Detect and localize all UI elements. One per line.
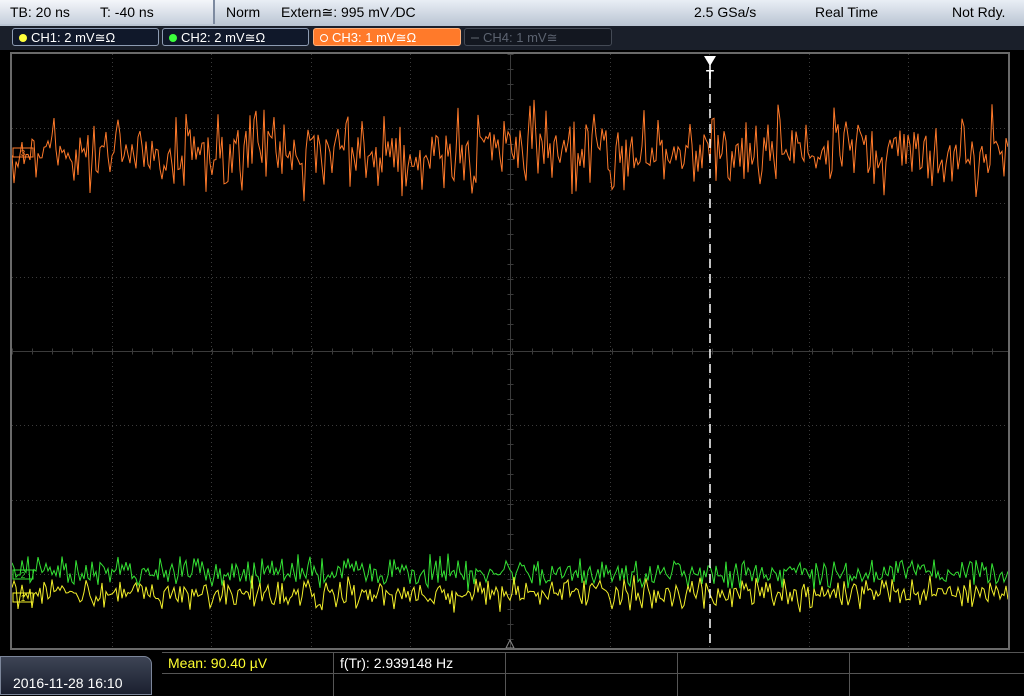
status-bar: TB: 20 ns T: -40 ns Norm Extern≅: 995 mV…: [0, 0, 1024, 27]
measurement-empty-cell-3[interactable]: [850, 653, 1024, 673]
acquisition-label: Real Time: [815, 4, 879, 20]
channel-1-label: CH1: 2 mV≅Ω: [31, 30, 116, 45]
graticule: [12, 54, 1008, 648]
channel-1-tab[interactable]: CH1: 2 mV≅Ω: [12, 28, 159, 46]
trigger-label: T: [706, 67, 714, 82]
trigger-marker-icon[interactable]: [704, 56, 716, 66]
channel-2-tab[interactable]: CH2: 2 mV≅Ω: [162, 28, 309, 46]
sample-rate-label: 2.5 GSa/s: [694, 4, 757, 20]
measurement-empty-cell-2[interactable]: [678, 653, 850, 673]
measurement-freq-cell[interactable]: f(Tr): 2.939148 Hz: [334, 653, 506, 673]
channel-3-tab[interactable]: CH3: 1 mV≅Ω: [313, 28, 461, 46]
measurement-freq: f(Tr): 2.939148 Hz: [340, 655, 454, 671]
measurement-divider: [162, 673, 1024, 674]
waveform-canvas: T 3 2 1: [12, 54, 1008, 648]
trigger-source-label[interactable]: Extern≅: 995 mV ⁄DC: [281, 4, 416, 21]
trigger-time-label: T: -40 ns: [100, 4, 154, 20]
ch4-dot-icon: [471, 37, 479, 39]
datetime-label: 2016-11-28 16:10: [13, 675, 123, 691]
measurement-empty-cell-7[interactable]: [678, 673, 850, 696]
measurement-empty-cell-5[interactable]: [334, 673, 506, 696]
channel-4-tab[interactable]: CH4: 1 mV≅: [464, 28, 612, 46]
ch3-dot-icon: [320, 34, 328, 42]
ch3-ground-marker[interactable]: 3: [12, 147, 34, 158]
ch1-ground-marker[interactable]: 1: [12, 592, 34, 603]
ch2-dot-icon: [169, 34, 177, 42]
bottom-bar: 2016-11-28 16:10 Mean: 90.40 µV f(Tr): 2…: [0, 652, 1024, 696]
ch1-ref-label: 1: [21, 594, 26, 603]
measurement-empty-cell-6[interactable]: [506, 673, 678, 696]
ch3-ref-label: 3: [21, 149, 26, 158]
measurement-panel: Mean: 90.40 µV f(Tr): 2.939148 Hz: [162, 652, 1024, 696]
measurement-mean-cell[interactable]: Mean: 90.40 µV: [162, 653, 334, 673]
channel-2-label: CH2: 2 mV≅Ω: [181, 30, 266, 45]
waveform-display[interactable]: T 3 2 1: [10, 52, 1010, 650]
channel-bar: CH1: 2 mV≅Ω CH2: 2 mV≅Ω CH3: 1 mV≅Ω CH4:…: [0, 26, 1024, 50]
measurement-empty-cell-4[interactable]: [162, 673, 334, 696]
channel-3-label: CH3: 1 mV≅Ω: [332, 30, 417, 45]
measurement-empty-cell-1[interactable]: [506, 653, 678, 673]
ch1-dot-icon: [19, 34, 27, 42]
timebase-box[interactable]: TB: 20 ns T: -40 ns: [0, 0, 215, 24]
status-label: Not Rdy.: [952, 4, 1006, 20]
measurement-mean: Mean: 90.40 µV: [168, 655, 268, 671]
timebase-label: TB: 20 ns: [10, 4, 70, 20]
channel-4-label: CH4: 1 mV≅: [483, 30, 558, 45]
acq-mode-label[interactable]: Norm: [226, 4, 260, 20]
ch2-ref-label: 2: [21, 571, 26, 580]
datetime-box[interactable]: 2016-11-28 16:10: [0, 656, 152, 695]
